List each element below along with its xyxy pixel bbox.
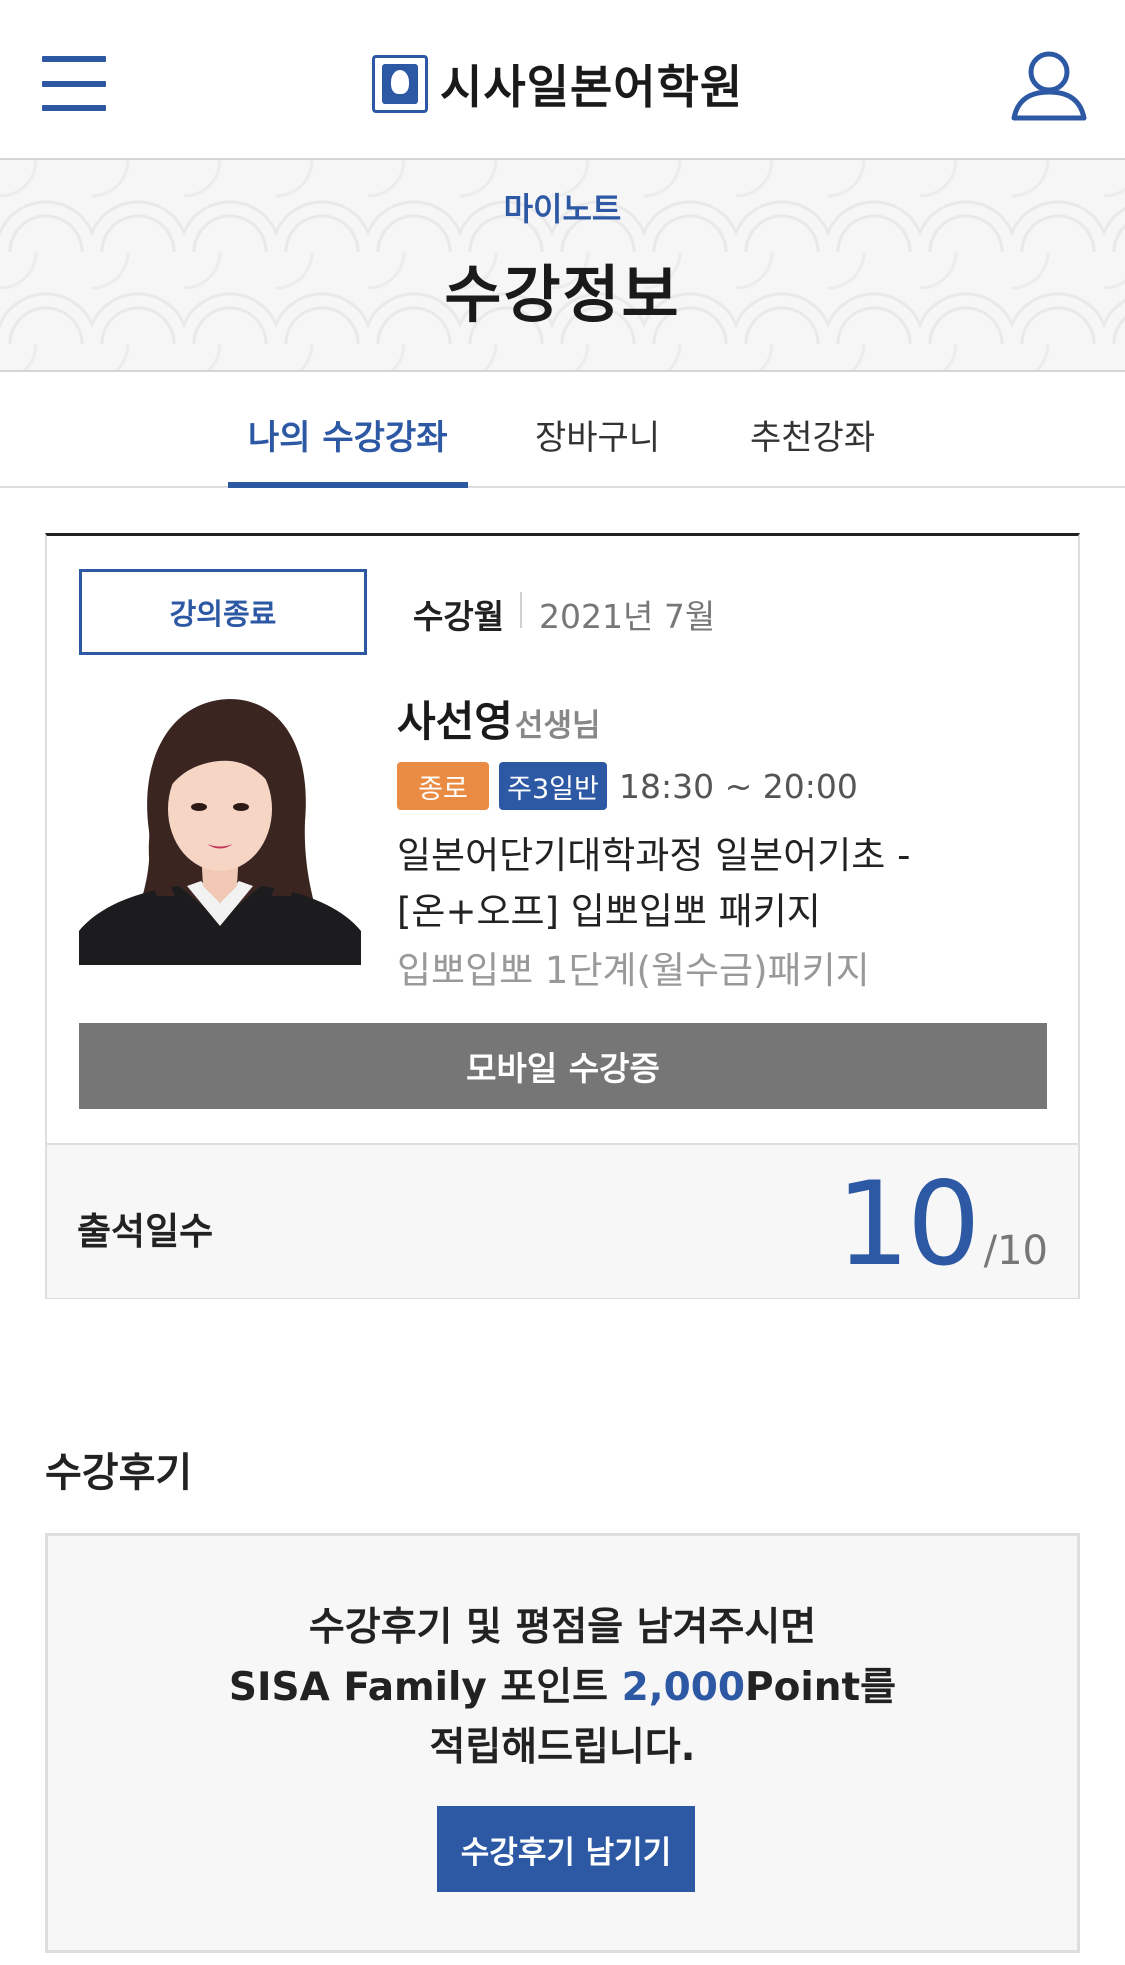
course-card: 강의종료 수강월 2021년 7월 사선영선생님 종로 주3일반 18:30 ~… xyxy=(45,533,1080,1299)
review-box: 수강후기 및 평점을 남겨주시면 SISA Family 포인트 2,000Po… xyxy=(45,1533,1080,1953)
attendance-label: 출석일수 xyxy=(77,1210,214,1253)
course-subtitle: 입뽀입뽀 1단계(월수금)패키지 xyxy=(397,949,870,992)
page-hero: 마이노트 수강정보 xyxy=(0,160,1125,372)
teacher-info: 사선영선생님 xyxy=(397,688,600,749)
logo-text: 시사일본어학원 xyxy=(440,60,744,114)
divider xyxy=(520,592,522,628)
tab-cart[interactable]: 장바구니 xyxy=(535,410,660,459)
course-title[interactable]: 일본어단기대학과정 일본어기초 - [온+오프] 입뽀입뽀 패키지 xyxy=(397,828,1037,940)
logo[interactable]: 시사일본어학원 xyxy=(372,52,743,116)
review-message-line: 적립해드립니다. xyxy=(429,1725,696,1770)
mobile-enrollment-card-button[interactable]: 모바일 수강증 xyxy=(79,1023,1047,1109)
logo-mark-icon xyxy=(372,55,428,113)
review-points-suffix: Point를 xyxy=(745,1665,897,1710)
course-tags: 종로 주3일반 18:30 ~ 20:00 xyxy=(397,762,858,810)
tab-recommended[interactable]: 추천강좌 xyxy=(750,410,875,459)
tab-my-courses[interactable]: 나의 수강강좌 xyxy=(248,410,448,459)
user-profile-icon[interactable] xyxy=(1010,48,1088,122)
attendance-section: 출석일수 10/10 xyxy=(47,1143,1078,1298)
review-heading: 수강후기 xyxy=(45,1450,193,1496)
location-tag: 종로 xyxy=(397,762,489,810)
review-message-line: 수강후기 및 평점을 남겨주시면 xyxy=(308,1605,817,1650)
course-title-line: 일본어단기대학과정 일본어기초 - xyxy=(397,834,911,877)
month-label: 수강월 xyxy=(413,597,505,636)
review-message: 수강후기 및 평점을 남겨주시면 SISA Family 포인트 2,000Po… xyxy=(48,1598,1077,1778)
tab-bar: 나의 수강강좌 장바구니 추천강좌 xyxy=(0,372,1125,488)
active-tab-indicator xyxy=(228,482,468,488)
page-title: 수강정보 xyxy=(444,258,681,331)
review-points-prefix: SISA Family 포인트 xyxy=(228,1665,622,1710)
teacher-photo xyxy=(79,681,361,965)
class-time: 18:30 ~ 20:00 xyxy=(619,766,858,806)
month-value: 2021년 7월 xyxy=(539,597,716,636)
hero-subtitle: 마이노트 xyxy=(503,190,622,228)
attendance-total: /10 xyxy=(983,1228,1048,1274)
schedule-tag: 주3일반 xyxy=(499,762,607,810)
write-review-button[interactable]: 수강후기 남기기 xyxy=(437,1806,695,1892)
course-title-line: [온+오프] 입뽀입뽀 패키지 xyxy=(397,890,821,933)
teacher-suffix: 선생님 xyxy=(514,708,601,744)
app-header: 시사일본어학원 xyxy=(0,0,1125,160)
attendance-count: 10 xyxy=(836,1157,981,1292)
review-points-value: 2,000 xyxy=(621,1665,746,1710)
status-badge: 강의종료 xyxy=(79,569,367,655)
review-message-line: SISA Family 포인트 2,000Point를 xyxy=(48,1658,1077,1718)
teacher-name: 사선영 xyxy=(397,697,513,746)
hamburger-menu-icon[interactable] xyxy=(42,55,108,111)
attendance-value: 10/10 xyxy=(836,1157,1048,1292)
